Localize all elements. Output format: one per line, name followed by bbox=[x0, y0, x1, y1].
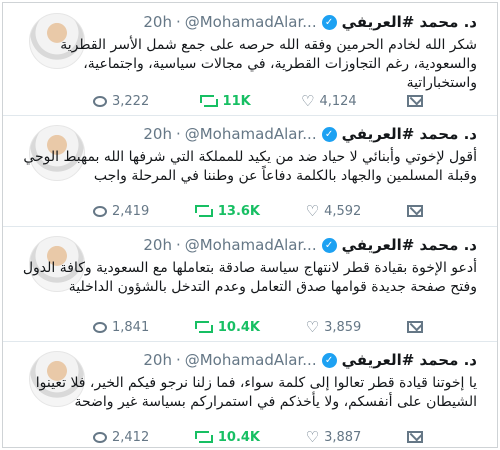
direct-message-icon bbox=[407, 95, 423, 107]
tweet-card[interactable]: 20h · @MohamadAlar... ✓ د. محمد #العريفي… bbox=[3, 3, 497, 116]
heart-icon: ♡ bbox=[305, 201, 320, 220]
retweet-count: 10.4K bbox=[217, 319, 261, 335]
direct-message-button[interactable] bbox=[406, 321, 423, 333]
like-count: 4,592 bbox=[324, 203, 362, 219]
separator-dot: · bbox=[175, 351, 181, 369]
timestamp[interactable]: 20h bbox=[143, 125, 172, 143]
tweet-header: 20h · @MohamadAlar... ✓ د. محمد #العريفي bbox=[98, 12, 477, 32]
retweet-button[interactable]: 10.4K bbox=[194, 319, 261, 335]
retweet-button[interactable]: 11K bbox=[199, 93, 251, 109]
direct-message-button[interactable] bbox=[406, 431, 423, 443]
tweet-header: 20h · @MohamadAlar... ✓ د. محمد #العريفي bbox=[98, 235, 477, 255]
retweet-icon bbox=[194, 321, 213, 333]
tweet-text: أقول لإخوتي وأبنائي لا حياد ضد من يكيد ل… bbox=[23, 149, 477, 184]
tweet-actions: 2,412 10.4K ♡ 3,887 bbox=[93, 427, 423, 447]
timestamp[interactable]: 20h bbox=[143, 351, 172, 369]
retweet-count: 11K bbox=[222, 93, 251, 109]
display-name[interactable]: د. محمد #العريفي bbox=[342, 236, 477, 254]
like-count: 3,887 bbox=[324, 429, 362, 445]
timestamp[interactable]: 20h bbox=[143, 236, 172, 254]
separator-dot: · bbox=[175, 236, 181, 254]
like-button[interactable]: ♡ 4,592 bbox=[305, 201, 362, 220]
heart-icon: ♡ bbox=[301, 91, 315, 110]
verified-badge-icon: ✓ bbox=[321, 352, 337, 368]
tweet-text: أدعو الإخوة بقيادة قطر لانتهاج سياسة صاد… bbox=[22, 260, 477, 295]
timestamp[interactable]: 20h bbox=[143, 13, 172, 31]
tweet-actions: 3,222 11K ♡ 4,124 bbox=[93, 91, 423, 111]
tweet-text: شكر الله لخادم الحرمين وفقه الله حرصه عل… bbox=[60, 37, 477, 91]
reply-count: 2,419 bbox=[112, 203, 150, 219]
retweet-count: 10.4K bbox=[217, 429, 261, 445]
display-name[interactable]: د. محمد #العريفي bbox=[342, 351, 477, 369]
like-button[interactable]: ♡ 3,859 bbox=[305, 317, 362, 336]
tweet-feed: 20h · @MohamadAlar... ✓ د. محمد #العريفي… bbox=[2, 2, 498, 448]
user-handle[interactable]: @MohamadAlar... bbox=[185, 351, 317, 369]
verified-badge-icon: ✓ bbox=[321, 126, 337, 142]
like-button[interactable]: ♡ 4,124 bbox=[301, 91, 357, 110]
reply-count: 2,412 bbox=[112, 429, 150, 445]
like-button[interactable]: ♡ 3,887 bbox=[305, 427, 362, 446]
tweet-actions: 1,841 10.4K ♡ 3,859 bbox=[93, 317, 423, 337]
verified-badge-icon: ✓ bbox=[321, 14, 337, 30]
separator-dot: · bbox=[175, 125, 181, 143]
reply-count: 3,222 bbox=[112, 93, 150, 109]
tweet-card[interactable]: 20h · @MohamadAlar... ✓ د. محمد #العريفي… bbox=[3, 115, 497, 227]
verified-badge-icon: ✓ bbox=[321, 237, 337, 253]
tweet-header: 20h · @MohamadAlar... ✓ د. محمد #العريفي bbox=[98, 350, 477, 370]
reply-button[interactable]: 2,419 bbox=[93, 204, 149, 219]
retweet-button[interactable]: 10.4K bbox=[194, 429, 261, 445]
direct-message-icon bbox=[406, 431, 423, 443]
display-name[interactable]: د. محمد #العريفي bbox=[342, 125, 477, 143]
tweet-card[interactable]: 20h · @MohamadAlar... ✓ د. محمد #العريفي… bbox=[3, 226, 497, 342]
direct-message-button[interactable] bbox=[406, 205, 423, 217]
reply-button[interactable]: 2,412 bbox=[93, 430, 149, 445]
heart-icon: ♡ bbox=[305, 427, 320, 446]
tweet-text: يا إخوتنا قيادة قطر تعالوا إلى كلمة سواء… bbox=[35, 375, 477, 410]
like-count: 3,859 bbox=[324, 319, 362, 335]
reply-icon bbox=[93, 95, 107, 107]
user-handle[interactable]: @MohamadAlar... bbox=[185, 125, 317, 143]
reply-icon bbox=[93, 321, 107, 333]
retweet-count: 13.6K bbox=[217, 203, 261, 219]
direct-message-icon bbox=[406, 321, 423, 333]
separator-dot: · bbox=[175, 13, 181, 31]
retweet-icon bbox=[194, 205, 213, 217]
tweet-header: 20h · @MohamadAlar... ✓ د. محمد #العريفي bbox=[98, 124, 477, 144]
user-handle[interactable]: @MohamadAlar... bbox=[185, 236, 317, 254]
reply-button[interactable]: 3,222 bbox=[93, 94, 149, 109]
reply-icon bbox=[93, 205, 107, 217]
user-handle[interactable]: @MohamadAlar... bbox=[185, 13, 317, 31]
display-name[interactable]: د. محمد #العريفي bbox=[342, 13, 477, 31]
retweet-icon bbox=[194, 431, 213, 443]
direct-message-icon bbox=[406, 205, 423, 217]
tweet-card[interactable]: 20h · @MohamadAlar... ✓ د. محمد #العريفي… bbox=[3, 341, 497, 447]
reply-button[interactable]: 1,841 bbox=[93, 320, 149, 335]
reply-count: 1,841 bbox=[112, 319, 150, 335]
reply-icon bbox=[93, 431, 107, 443]
tweet-actions: 2,419 13.6K ♡ 4,592 bbox=[93, 201, 423, 221]
retweet-icon bbox=[199, 95, 218, 107]
retweet-button[interactable]: 13.6K bbox=[194, 203, 261, 219]
like-count: 4,124 bbox=[319, 93, 357, 109]
direct-message-button[interactable] bbox=[407, 95, 423, 107]
heart-icon: ♡ bbox=[305, 317, 320, 336]
